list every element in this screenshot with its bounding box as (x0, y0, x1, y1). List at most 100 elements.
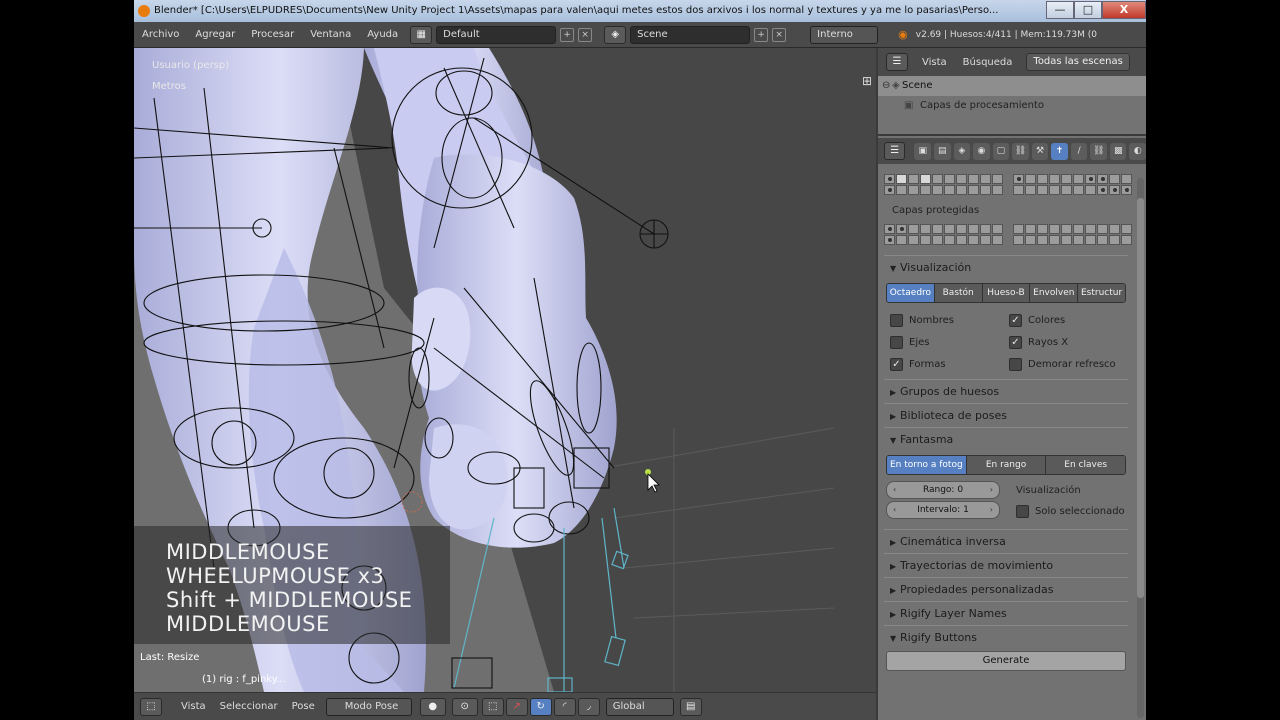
outliner-menu-vista[interactable]: Vista (914, 57, 955, 68)
maximize-button[interactable]: □ (1074, 1, 1102, 19)
modifiers-tab-icon[interactable]: ⚒ (1031, 142, 1049, 160)
layer-grid-left[interactable] (884, 174, 1003, 195)
section-rigify-layer-names[interactable]: ▶ Rigify Layer Names (884, 601, 1128, 625)
3d-viewport[interactable]: Usuario (persp) Metros ⊞ MIDDLEMOUSE WHE… (134, 48, 876, 692)
scene-icon[interactable]: ◈ (604, 25, 627, 44)
ghost-range-field[interactable]: ‹ Rango: 0 › (886, 481, 1000, 499)
section-visualization[interactable]: ▼ Visualización (884, 255, 1128, 279)
scale-manipulator-icon[interactable]: ◜ (553, 697, 576, 716)
translate-manipulator-icon[interactable]: ↗ (505, 697, 528, 716)
checkbox-checked-icon[interactable]: ✓ (1009, 313, 1022, 327)
bone-tab-icon[interactable]: / (1070, 142, 1088, 160)
armature-data-tab-icon[interactable]: ✝ (1051, 142, 1068, 160)
section-pose-library[interactable]: ▶ Biblioteca de poses (884, 403, 1128, 427)
section-inverse-kinematics[interactable]: ▶ Cinemática inversa (884, 529, 1128, 553)
constraints-tab-icon[interactable]: ⛓ (1012, 142, 1029, 160)
menu-vista[interactable]: Vista (174, 701, 213, 712)
option-colors[interactable]: ✓ Colores (1009, 309, 1128, 331)
bone-constraints-tab-icon[interactable]: ⛓ (1090, 142, 1107, 160)
decrement-arrow-icon[interactable]: ‹ (893, 502, 896, 518)
display-envelope-button[interactable]: Envolven (1030, 284, 1079, 302)
outliner-menu-busqueda[interactable]: Búsqueda (955, 57, 1021, 68)
properties-editor-icon[interactable]: ☰ (884, 142, 906, 160)
layer-grid-right[interactable] (1013, 174, 1132, 195)
object-tab-icon[interactable]: ▢ (992, 142, 1010, 160)
option-xray[interactable]: ✓ Rayos X (1009, 331, 1128, 353)
menu-procesar[interactable]: Procesar (243, 29, 302, 40)
section-rigify-buttons[interactable]: ▼ Rigify Buttons (884, 625, 1128, 649)
outliner-row-render-layers[interactable]: ▣ Capas de procesamiento (878, 96, 1146, 116)
menu-ayuda[interactable]: Ayuda (359, 29, 406, 40)
add-scene-icon[interactable]: + (754, 27, 769, 42)
checkbox[interactable] (1009, 357, 1022, 371)
expand-icon[interactable]: ⊖ (882, 76, 890, 96)
ghost-around-frame-button[interactable]: En torno a fotog (887, 456, 967, 474)
screen-layout-field[interactable]: Default (436, 25, 557, 44)
transform-orientation-select[interactable]: Global (605, 697, 674, 716)
generate-button[interactable]: Generate (886, 651, 1126, 671)
section-title: Propiedades personalizadas (900, 583, 1054, 596)
layers-icon[interactable]: ▤ (679, 697, 702, 716)
checkbox[interactable] (890, 313, 903, 327)
menu-agregar[interactable]: Agregar (187, 29, 243, 40)
editor-type-icon[interactable]: ⬚ (140, 697, 162, 716)
checkbox-checked-icon[interactable]: ✓ (1009, 335, 1022, 349)
outliner-editor-icon[interactable]: ☰ (886, 53, 908, 71)
ghost-interval-field[interactable]: ‹ Intervalo: 1 › (886, 501, 1000, 519)
physics-tab-icon[interactable]: ◐ (1129, 142, 1146, 160)
section-bone-groups[interactable]: ▶ Grupos de huesos (884, 379, 1128, 403)
remove-layout-icon[interactable]: × (578, 27, 593, 42)
scene-tab-icon[interactable]: ◈ (953, 142, 971, 160)
checkbox[interactable] (890, 335, 903, 349)
manipulator-extra-icon[interactable]: ◞ (577, 697, 600, 716)
scrollbar-thumb[interactable] (1137, 198, 1144, 598)
render-engine-select[interactable]: Interno (810, 25, 879, 44)
remove-scene-icon[interactable]: × (772, 27, 787, 42)
display-stick-button[interactable]: Bastón (934, 284, 983, 302)
render-layers-tab-icon[interactable]: ▤ (934, 142, 951, 160)
close-button[interactable]: X (1102, 1, 1146, 19)
menu-ventana[interactable]: Ventana (302, 29, 359, 40)
render-tab-icon[interactable]: ▣ (914, 142, 932, 160)
toolshelf-toggle-icon[interactable]: ⊞ (862, 74, 872, 88)
ghost-selected-only[interactable]: Solo seleccionado (1016, 501, 1125, 521)
interaction-mode-select[interactable]: Modo Pose (325, 697, 412, 716)
decrement-arrow-icon[interactable]: ‹ (893, 482, 896, 498)
menu-seleccionar[interactable]: Seleccionar (213, 701, 285, 712)
rotate-manipulator-icon[interactable]: ↻ (529, 697, 552, 716)
display-wire-button[interactable]: Estructur (1078, 284, 1125, 302)
outliner-row-scene[interactable]: ⊖ ◈ Scene (878, 76, 1146, 96)
section-ghost[interactable]: ▼ Fantasma (884, 427, 1128, 451)
section-custom-properties[interactable]: ▶ Propiedades personalizadas (884, 577, 1128, 601)
protected-grid-right[interactable] (1013, 224, 1132, 245)
option-axes[interactable]: Ejes (890, 331, 1009, 353)
option-names[interactable]: Nombres (890, 309, 1009, 331)
texture-tab-icon[interactable]: ▩ (1109, 142, 1127, 160)
outliner-filter-select[interactable]: Todas las escenas (1026, 53, 1130, 71)
increment-arrow-icon[interactable]: › (990, 482, 993, 498)
add-layout-icon[interactable]: + (560, 27, 575, 42)
display-octahedral-button[interactable]: Octaedro (887, 284, 935, 302)
section-motion-paths[interactable]: ▶ Trayectorias de movimiento (884, 553, 1128, 577)
checkbox-checked-icon[interactable]: ✓ (890, 357, 903, 371)
viewport-shading-icon[interactable]: ● (419, 697, 446, 716)
bone-display-type: Octaedro Bastón Hueso-B Envolven Estruct… (886, 283, 1126, 303)
increment-arrow-icon[interactable]: › (990, 502, 993, 518)
manipulator-toggle-icon[interactable]: ⬚ (481, 697, 504, 716)
display-bbone-button[interactable]: Hueso-B (982, 284, 1031, 302)
checkbox[interactable] (1016, 504, 1029, 518)
protected-grid-left[interactable] (884, 224, 1003, 245)
properties-scrollbar[interactable] (1137, 178, 1144, 718)
minimize-button[interactable]: — (1046, 1, 1074, 19)
option-delay-refresh[interactable]: Demorar refresco (1009, 353, 1128, 375)
menu-archivo[interactable]: Archivo (134, 29, 187, 40)
world-tab-icon[interactable]: ◉ (973, 142, 990, 160)
ghost-in-range-button[interactable]: En rango (966, 456, 1047, 474)
pivot-point-icon[interactable]: ⊙ (451, 697, 478, 716)
scene-field[interactable]: Scene (630, 25, 751, 44)
ghost-on-keys-button[interactable]: En claves (1046, 456, 1125, 474)
screen-layout-icon[interactable]: ▦ (410, 25, 433, 44)
option-shapes[interactable]: ✓ Formas (890, 353, 1009, 375)
expanded-arrow-icon: ▼ (890, 264, 897, 273)
menu-pose[interactable]: Pose (285, 701, 322, 712)
